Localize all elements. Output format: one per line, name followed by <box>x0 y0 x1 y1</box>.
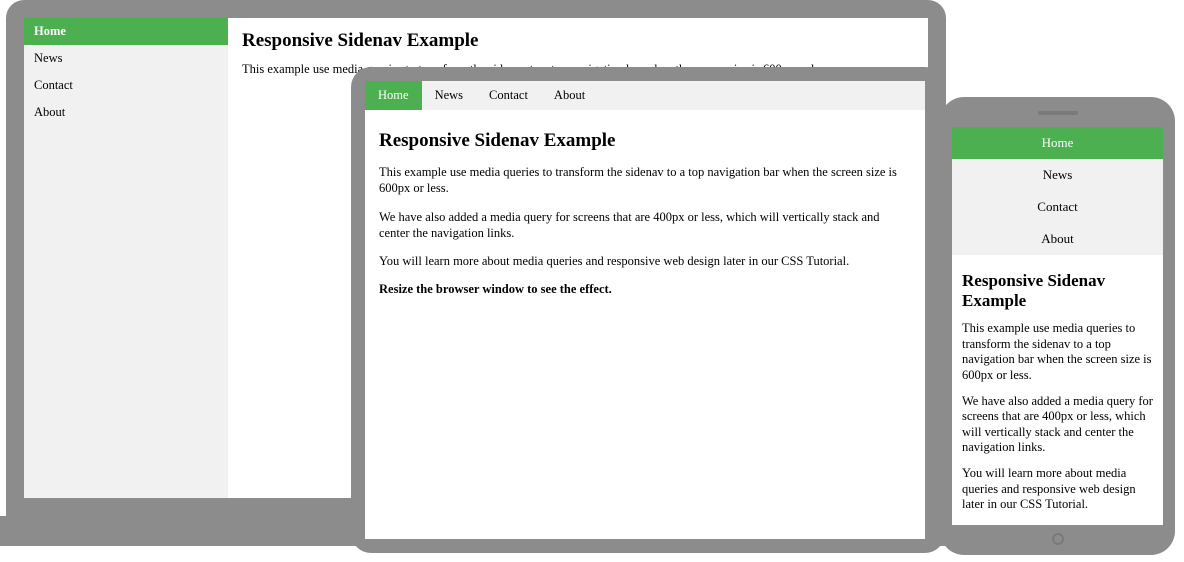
paragraph-3: You will learn more about media queries … <box>962 466 1153 513</box>
page-title: Responsive Sidenav Example <box>242 30 914 52</box>
paragraph-1: This example use media queries to transf… <box>962 321 1153 384</box>
nav-item-home[interactable]: Home <box>952 127 1163 159</box>
sidenav: Home News Contact About <box>24 18 228 498</box>
nav-item-contact[interactable]: Contact <box>24 72 228 99</box>
nav-item-home[interactable]: Home <box>365 81 422 110</box>
nav-item-about[interactable]: About <box>541 81 598 110</box>
paragraph-3: You will learn more about media queries … <box>379 253 911 269</box>
device-phone: Home News Contact About Responsive Siden… <box>940 97 1175 555</box>
phone-screen: Home News Contact About Responsive Siden… <box>952 127 1163 525</box>
nav-item-news[interactable]: News <box>422 81 476 110</box>
phone-speaker-icon <box>1038 111 1078 115</box>
nav-item-about[interactable]: About <box>24 99 228 126</box>
nav-item-news[interactable]: News <box>24 45 228 72</box>
paragraph-4: Resize the browser window to see the eff… <box>962 523 1153 525</box>
page-title: Responsive Sidenav Example <box>379 130 911 152</box>
main-content: Responsive Sidenav Example This example … <box>365 110 925 324</box>
paragraph-2: We have also added a media query for scr… <box>379 209 911 242</box>
nav-item-news[interactable]: News <box>952 159 1163 191</box>
topnav-stacked: Home News Contact About <box>952 127 1163 255</box>
paragraph-1: This example use media queries to transf… <box>379 164 911 197</box>
paragraph-4-bold: Resize the browser window to see the eff… <box>379 282 612 296</box>
paragraph-4: Resize the browser window to see the eff… <box>379 281 911 297</box>
topnav: Home News Contact About <box>365 81 925 110</box>
phone-home-button-icon <box>1052 533 1064 545</box>
phone-bezel: Home News Contact About Responsive Siden… <box>940 97 1175 555</box>
paragraph-2: We have also added a media query for scr… <box>962 394 1153 457</box>
tablet-screen: Home News Contact About Responsive Siden… <box>365 81 925 539</box>
nav-item-contact[interactable]: Contact <box>952 191 1163 223</box>
main-content: Responsive Sidenav Example This example … <box>952 255 1163 525</box>
paragraph-4-bold: Resize the browser window to see the eff… <box>962 523 1140 525</box>
nav-item-home[interactable]: Home <box>24 18 228 45</box>
nav-item-contact[interactable]: Contact <box>476 81 541 110</box>
tablet-bezel: Home News Contact About Responsive Siden… <box>351 67 945 553</box>
page-title: Responsive Sidenav Example <box>962 271 1153 311</box>
device-tablet: Home News Contact About Responsive Siden… <box>351 67 945 553</box>
nav-item-about[interactable]: About <box>952 223 1163 255</box>
